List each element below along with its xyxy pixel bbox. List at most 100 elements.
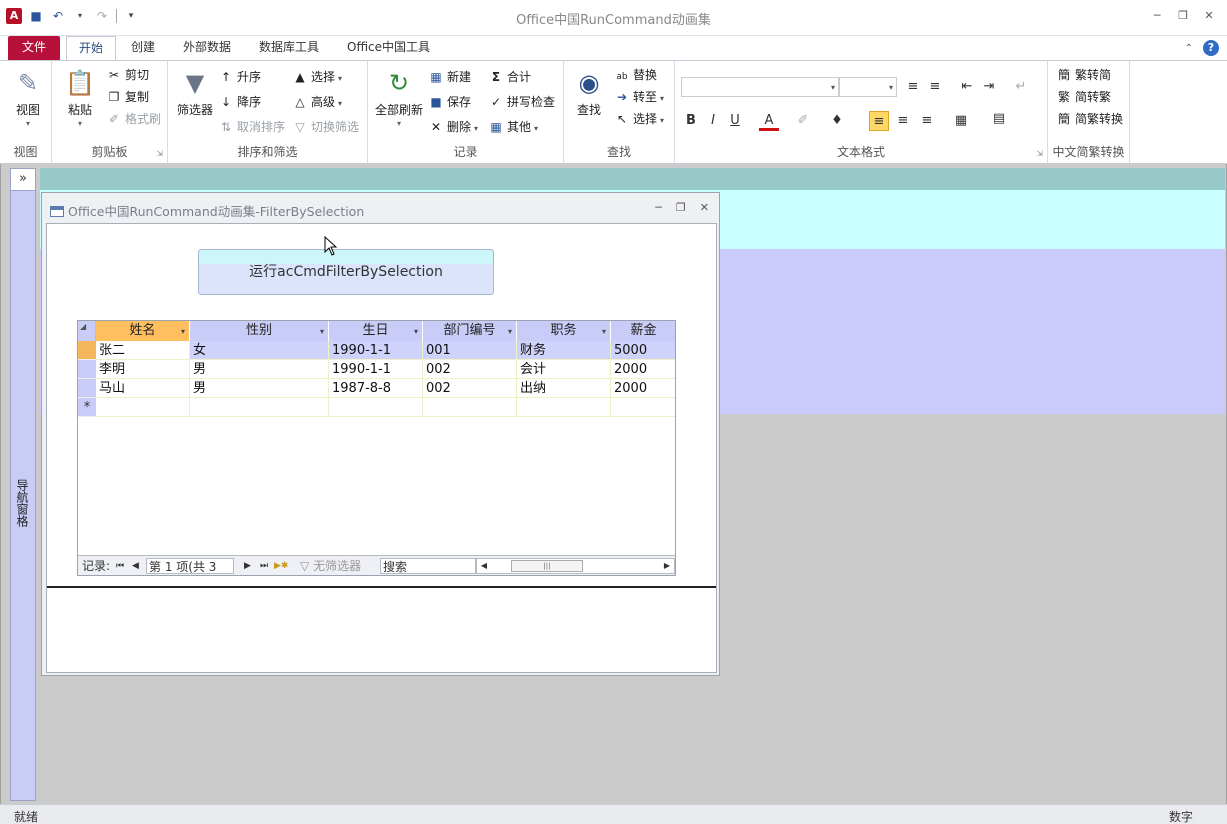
underline-button[interactable]: U xyxy=(725,111,745,131)
align-center-icon[interactable]: ≡ xyxy=(893,111,913,131)
tab-office-china-tools[interactable]: Office中国工具 xyxy=(335,36,442,60)
cell-salary[interactable]: 5000 xyxy=(611,341,675,360)
format-painter-button[interactable]: ✐ 格式刷 xyxy=(106,109,161,129)
highlight-icon[interactable]: ✐ xyxy=(793,111,813,131)
delete-record-button[interactable]: ✕ 删除 ▾ xyxy=(428,117,478,137)
run-filter-by-selection-button[interactable]: 运行acCmdFilterBySelection xyxy=(198,249,494,295)
collapse-ribbon-icon[interactable]: ⌃ xyxy=(1185,43,1193,54)
cell-dept[interactable]: 002 xyxy=(423,360,517,379)
chevron-down-icon[interactable]: ▾ xyxy=(181,322,185,342)
chevron-down-icon[interactable]: ▾ xyxy=(320,322,324,342)
tab-database-tools[interactable]: 数据库工具 xyxy=(247,36,331,60)
next-record-icon[interactable]: ▶ xyxy=(244,558,251,574)
decrease-indent-icon[interactable]: ⇤ xyxy=(957,77,977,97)
close-icon[interactable]: ✕ xyxy=(1203,10,1215,22)
increase-indent-icon[interactable]: ⇥ xyxy=(979,77,999,97)
column-header-gender[interactable]: 性别 ▾ xyxy=(190,321,329,341)
new-record-button[interactable]: ▦ 新建 xyxy=(428,67,471,87)
horizontal-scrollbar[interactable]: ◀ ||| ▶ xyxy=(476,558,675,574)
cell-dept[interactable] xyxy=(423,398,517,417)
copy-button[interactable]: ❐ 复制 xyxy=(106,87,149,107)
table-row[interactable]: 马山 男 1987-8-8 002 出纳 2000 xyxy=(78,379,675,398)
chevron-down-icon[interactable]: ▾ xyxy=(508,322,512,342)
minimize-icon[interactable]: ─ xyxy=(655,201,662,214)
table-row[interactable]: 张二 女 1990-1-1 001 财务 5000 xyxy=(78,341,675,360)
fill-color-icon[interactable]: ♦ xyxy=(827,111,847,131)
tab-external-data[interactable]: 外部数据 xyxy=(171,36,243,60)
maximize-icon[interactable]: ❐ xyxy=(1177,10,1189,22)
row-selector[interactable] xyxy=(78,341,96,360)
row-selector[interactable] xyxy=(78,360,96,379)
gridlines-icon[interactable]: ▦ xyxy=(951,111,971,131)
first-record-icon[interactable]: ⏮ xyxy=(116,558,124,574)
navigation-pane[interactable]: » 导航窗格 xyxy=(10,168,36,801)
cell-name[interactable]: 马山 xyxy=(96,379,190,398)
new-record-marker[interactable]: * xyxy=(78,398,96,417)
dialog-launcher-icon[interactable]: ⇲ xyxy=(156,149,163,158)
cell-gender[interactable]: 男 xyxy=(190,379,329,398)
paste-button[interactable]: 📋 粘贴 ▾ xyxy=(62,67,98,128)
record-position-input[interactable]: 第 1 项(共 3 项) xyxy=(146,558,234,574)
align-right-icon[interactable]: ≡ xyxy=(917,111,937,131)
cell-gender[interactable]: 男 xyxy=(190,360,329,379)
new-record-icon[interactable]: ▶✱ xyxy=(274,558,288,574)
cell-salary[interactable] xyxy=(611,398,675,417)
close-icon[interactable]: ✕ xyxy=(700,201,709,214)
tab-create[interactable]: 创建 xyxy=(119,36,167,60)
chevron-down-icon[interactable]: ▾ xyxy=(414,322,418,342)
bold-button[interactable]: B xyxy=(681,111,701,131)
previous-record-icon[interactable]: ◀ xyxy=(132,558,139,574)
cell-salary[interactable]: 2000 xyxy=(611,379,675,398)
numbering-icon[interactable]: ≡ xyxy=(925,77,945,97)
bullets-icon[interactable]: ≡ xyxy=(903,77,923,97)
sort-descending-button[interactable]: ↓ 降序 xyxy=(218,92,261,112)
column-header-name[interactable]: 姓名 ▾ xyxy=(96,321,190,341)
font-color-button[interactable]: A xyxy=(759,111,779,131)
last-record-icon[interactable]: ⏭ xyxy=(260,558,268,574)
new-record-row[interactable]: * xyxy=(78,398,675,417)
select-all-corner[interactable]: ◢ xyxy=(78,321,96,341)
sort-ascending-button[interactable]: ↑ 升序 xyxy=(218,67,261,87)
dialog-launcher-icon[interactable]: ⇲ xyxy=(1036,149,1043,158)
chevron-down-icon[interactable]: ▾ xyxy=(602,322,606,342)
replace-button[interactable]: ab 替换 xyxy=(614,65,657,85)
paragraph-direction-icon[interactable]: ↵ xyxy=(1011,77,1031,97)
advanced-filter-button[interactable]: △ 高级 ▾ xyxy=(292,92,342,112)
view-button[interactable]: ✎ 视图 ▾ xyxy=(10,67,46,128)
toggle-filter-button[interactable]: ▽ 切换筛选 xyxy=(292,117,359,137)
cell-birthday[interactable]: 1990-1-1 xyxy=(329,341,423,360)
cell-salary[interactable]: 2000 xyxy=(611,360,675,379)
row-selector[interactable] xyxy=(78,379,96,398)
cell-birthday[interactable] xyxy=(329,398,423,417)
convert-button[interactable]: 簡简繁转换 xyxy=(1056,109,1123,129)
no-filter-indicator[interactable]: ▽ 无筛选器 xyxy=(300,558,361,574)
nav-pane-toggle[interactable]: » xyxy=(11,169,35,191)
cell-birthday[interactable]: 1990-1-1 xyxy=(329,360,423,379)
filter-button[interactable]: ▼ 筛选器 xyxy=(174,67,216,118)
minimize-icon[interactable]: ─ xyxy=(1151,10,1163,22)
tab-home[interactable]: 开始 xyxy=(66,36,117,61)
alternate-row-color-icon[interactable]: ▤ xyxy=(989,109,1009,129)
goto-button[interactable]: ➔ 转至 ▾ xyxy=(614,87,664,107)
to-simplified-button[interactable]: 簡繁转简 xyxy=(1056,65,1111,85)
italic-button[interactable]: I xyxy=(703,111,723,131)
cell-dept[interactable]: 001 xyxy=(423,341,517,360)
cell-gender[interactable]: 女 xyxy=(190,341,329,360)
cell-dept[interactable]: 002 xyxy=(423,379,517,398)
clear-sort-button[interactable]: ⇅ 取消排序 xyxy=(218,117,285,137)
cell-birthday[interactable]: 1987-8-8 xyxy=(329,379,423,398)
totals-button[interactable]: Σ 合计 xyxy=(488,67,531,87)
align-left-icon[interactable]: ≡ xyxy=(869,111,889,131)
cell-position[interactable] xyxy=(517,398,611,417)
restore-icon[interactable]: ❐ xyxy=(676,201,686,214)
scrollbar-thumb[interactable]: ||| xyxy=(511,560,583,572)
cell-position[interactable]: 出纳 xyxy=(517,379,611,398)
tab-file[interactable]: 文件 xyxy=(8,36,60,60)
select-button[interactable]: ↖ 选择 ▾ xyxy=(614,109,664,129)
help-icon[interactable]: ? xyxy=(1203,40,1219,56)
column-header-position[interactable]: 职务 ▾ xyxy=(517,321,611,341)
find-button[interactable]: ◉ 查找 xyxy=(572,67,606,118)
column-header-salary[interactable]: 薪金 xyxy=(611,321,675,341)
cell-name[interactable]: 张二 xyxy=(96,341,190,360)
table-row[interactable]: 李明 男 1990-1-1 002 会计 2000 xyxy=(78,360,675,379)
